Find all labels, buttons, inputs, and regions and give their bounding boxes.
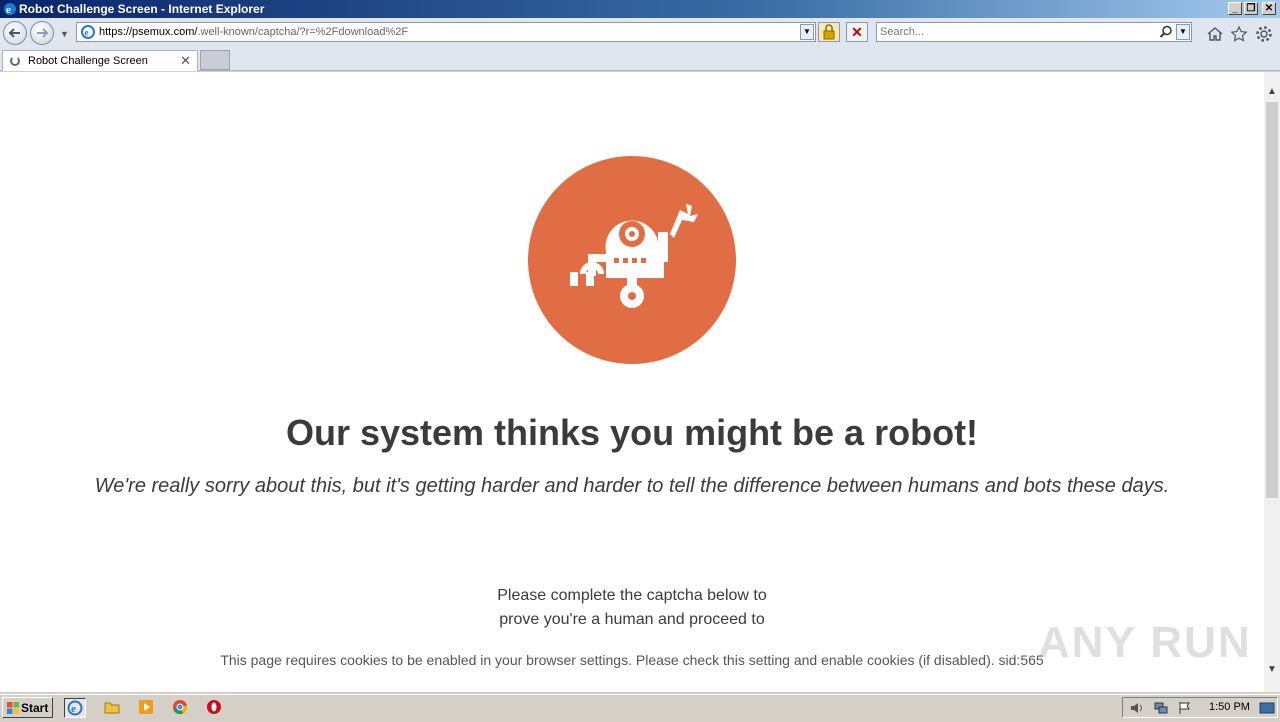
search-box[interactable]: ▼ [876,22,1192,42]
taskbar: Start e 1:50 PM [0,694,1280,720]
svg-text:e: e [85,28,89,38]
anyrun-watermark: ANY RUN [1038,610,1250,670]
svg-text:e: e [6,4,11,16]
restore-button[interactable]: ❐ [1244,2,1258,15]
window-title: Robot Challenge Screen - Internet Explor… [19,2,265,16]
captcha-instruction: Please complete the captcha below to pro… [432,584,832,632]
search-dropdown-icon[interactable]: ▼ [1176,24,1190,40]
minimize-button[interactable]: _ [1228,2,1242,15]
instruction-line-2: prove you're a human and proceed to [499,611,765,628]
new-tab-button[interactable] [200,50,230,70]
stop-button[interactable]: ✕ [846,22,868,42]
recent-pages-dropdown-icon[interactable]: ▼ [60,29,69,39]
settings-gear-icon[interactable] [1255,25,1273,43]
favorites-star-icon[interactable] [1230,25,1248,43]
network-icon[interactable] [1153,701,1169,715]
start-button[interactable]: Start [2,697,53,718]
tab-close-icon[interactable]: ✕ [180,53,191,69]
tab-label: Robot Challenge Screen [28,55,148,67]
taskbar-clock[interactable]: 1:50 PM [1209,701,1250,713]
taskbar-chrome-icon[interactable] [170,698,192,718]
url-path: .well-known/captcha/?r=%2Fdownload%2F [197,26,409,38]
show-desktop-icon[interactable] [1259,701,1275,715]
taskbar-internet-explorer-icon[interactable]: e [64,698,86,718]
close-window-button[interactable]: ✕ [1262,2,1276,15]
lock-icon [823,24,835,40]
taskbar-file-explorer-icon[interactable] [102,698,124,718]
action-center-flag-icon[interactable] [1177,701,1193,715]
scroll-thumb[interactable] [1266,102,1278,498]
page-content: Our system thinks you might be a robot! … [0,72,1264,692]
back-button[interactable] [3,21,27,45]
security-lock-button[interactable] [818,22,840,42]
vertical-scrollbar[interactable]: ▲ ▼ [1264,72,1280,692]
search-icon[interactable] [1159,25,1173,39]
navigation-bar: ▼ e https://psemux.com/.well-known/captc… [0,18,1280,48]
taskbar-opera-icon[interactable] [204,698,226,718]
windows-flag-icon [7,702,19,714]
title-bar: e Robot Challenge Screen - Internet Expl… [0,0,1280,18]
scroll-down-arrow-icon[interactable]: ▼ [1264,664,1280,678]
home-icon[interactable] [1206,25,1224,43]
search-input[interactable] [880,25,1150,39]
url-host: https://psemux.com/ [99,26,198,38]
scroll-up-arrow-icon[interactable]: ▲ [1264,86,1280,100]
page-heading: Our system thinks you might be a robot! [285,412,979,453]
tab-bar: Robot Challenge Screen ✕ [0,48,1280,71]
forward-button[interactable] [30,21,54,45]
page-favicon-icon: e [81,25,95,39]
address-bar[interactable]: e https://psemux.com/.well-known/captcha… [76,22,816,42]
internet-explorer-icon: e [4,3,16,16]
instruction-line-1: Please complete the captcha below to [497,587,767,604]
tab-robot-challenge[interactable]: Robot Challenge Screen ✕ [2,50,198,71]
robot-icon [570,204,698,308]
loading-spinner-icon [10,56,20,66]
back-arrow-icon [8,28,20,38]
robot-logo [528,156,736,364]
volume-icon[interactable] [1129,701,1145,715]
svg-text:e: e [71,703,76,715]
watermark-text: ANY RUN [1038,618,1252,667]
address-dropdown-icon[interactable]: ▼ [800,24,814,40]
forward-arrow-icon [37,28,49,38]
url-text: https://psemux.com/.well-known/captcha/?… [99,26,408,38]
start-label: Start [21,701,49,715]
page-subheading: We're really sorry about this, but it's … [94,475,1170,497]
taskbar-media-player-icon[interactable] [136,698,158,718]
system-tray: 1:50 PM [1122,697,1278,718]
